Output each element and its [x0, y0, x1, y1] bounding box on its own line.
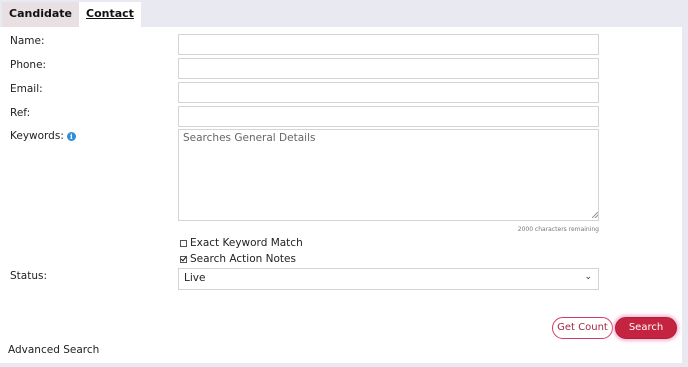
characters-remaining: 2000 characters remaining: [517, 226, 599, 233]
tab-contact[interactable]: Contact: [79, 2, 141, 27]
search-action-notes-checkbox[interactable]: [180, 255, 187, 263]
status-select[interactable]: Live ⌄: [178, 268, 599, 290]
chevron-down-icon: ⌄: [584, 272, 592, 282]
ref-input[interactable]: [178, 106, 599, 127]
exact-keyword-match-label: Exact Keyword Match: [190, 237, 303, 249]
status-value: Live: [184, 272, 206, 284]
search-action-notes-row[interactable]: Search Action Notes: [180, 253, 296, 265]
status-label: Status:: [10, 270, 47, 282]
exact-keyword-match-checkbox[interactable]: [180, 239, 187, 247]
search-button[interactable]: Search: [615, 317, 677, 339]
keywords-label-wrap: Keywords: i: [10, 130, 76, 142]
exact-keyword-match-row[interactable]: Exact Keyword Match: [180, 237, 303, 249]
tab-bar: Candidate Contact: [2, 2, 141, 27]
email-input[interactable]: [178, 82, 599, 103]
advanced-search-link[interactable]: Advanced Search: [8, 344, 99, 356]
keywords-textarea[interactable]: [178, 129, 599, 221]
search-action-notes-label: Search Action Notes: [190, 253, 296, 265]
phone-input[interactable]: [178, 58, 599, 79]
keywords-label: Keywords:: [10, 130, 64, 142]
name-label: Name:: [10, 35, 45, 47]
name-input[interactable]: [178, 34, 599, 55]
tab-candidate[interactable]: Candidate: [2, 2, 79, 27]
email-label: Email:: [10, 83, 43, 95]
get-count-button[interactable]: Get Count: [552, 317, 613, 339]
phone-label: Phone:: [10, 59, 47, 71]
resize-grip-icon[interactable]: [592, 212, 598, 218]
info-icon[interactable]: i: [66, 132, 76, 141]
ref-label: Ref:: [10, 107, 31, 119]
